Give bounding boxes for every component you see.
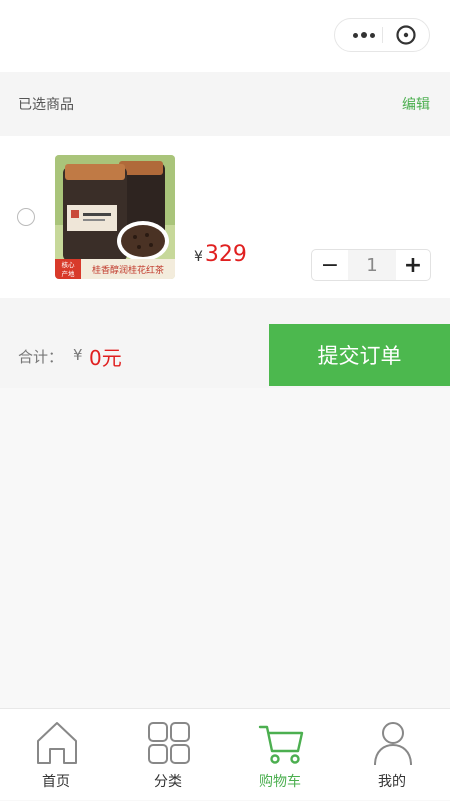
home-icon [37, 722, 77, 764]
selected-header: 已选商品 编辑 [0, 72, 450, 136]
product-image[interactable]: 核心 产地 桂香醇润桂花红茶 [55, 155, 175, 279]
tab-mine[interactable]: 我的 [336, 709, 448, 801]
total-currency: ¥ [73, 346, 83, 364]
grid-icon [148, 722, 190, 764]
more-icon[interactable] [347, 19, 381, 51]
tab-cart-label: 购物车 [259, 774, 301, 790]
selected-title: 已选商品 [18, 97, 74, 113]
top-bar [0, 0, 450, 72]
quantity-stepper: − 1 + [311, 249, 431, 281]
decrease-button[interactable]: − [312, 250, 348, 280]
quantity-input[interactable]: 1 [348, 250, 396, 280]
tab-home[interactable]: 首页 [0, 709, 112, 801]
total-label: 合计： [18, 348, 64, 366]
tab-mine-label: 我的 [378, 774, 406, 790]
price-currency: ¥ [194, 249, 203, 265]
tab-category-label: 分类 [154, 774, 182, 790]
increase-button[interactable]: + [396, 250, 430, 280]
capsule-divider [382, 27, 383, 43]
tab-bar: 首页 分类 购物车 我的 [0, 708, 450, 800]
capsule-menu [334, 18, 430, 52]
item-price: ¥329 [194, 242, 247, 267]
close-icon[interactable] [395, 24, 417, 46]
image-caption-left-2: 产地 [62, 269, 76, 278]
image-caption-left: 核心 [62, 260, 76, 269]
item-select-radio[interactable] [17, 208, 35, 226]
user-icon [374, 722, 412, 766]
tab-category[interactable]: 分类 [112, 709, 224, 801]
cart-item: 核心 产地 桂香醇润桂花红茶 ¥329 − 1 + [0, 136, 450, 298]
tab-home-label: 首页 [42, 774, 70, 790]
submit-order-button[interactable]: 提交订单 [269, 324, 450, 386]
checkout-bar: 合计： ¥ 0元 提交订单 [0, 298, 450, 388]
tab-cart[interactable]: 购物车 [224, 709, 336, 801]
edit-button[interactable]: 编辑 [402, 94, 430, 114]
price-value: 329 [204, 242, 247, 267]
image-caption-right: 桂香醇润桂花红茶 [92, 264, 164, 276]
cart-icon [258, 725, 304, 764]
total-value: 0元 [89, 346, 122, 370]
